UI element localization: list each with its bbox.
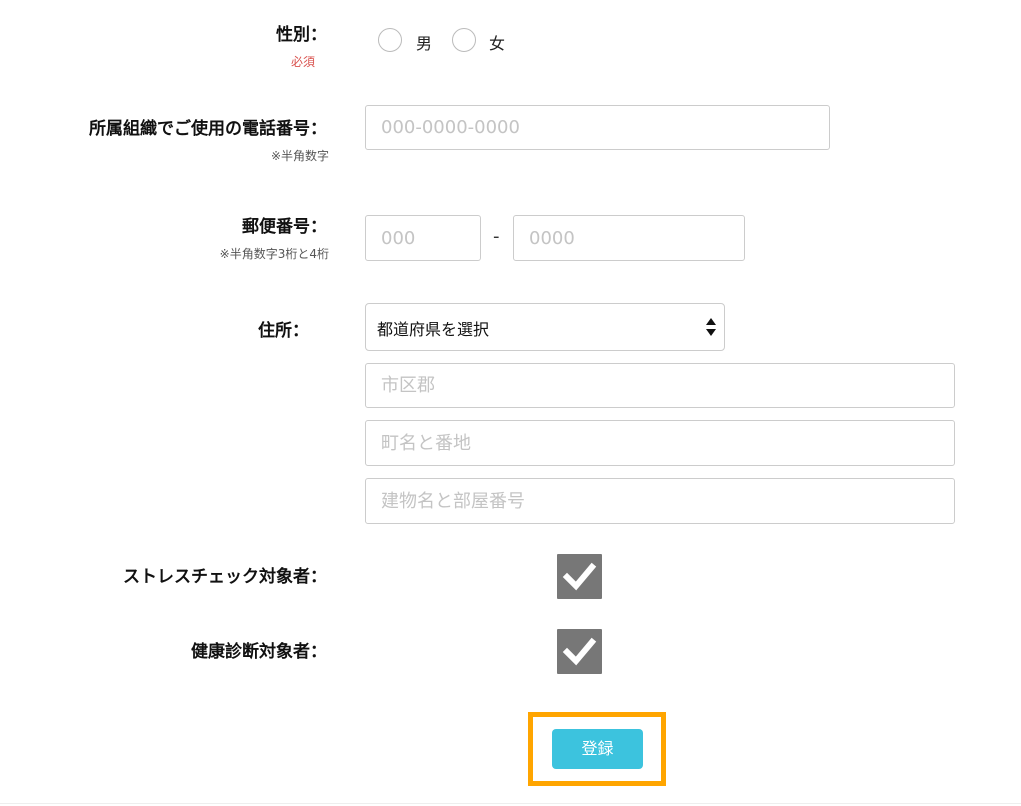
- phone-label: 所属組織でご使用の電話番号：: [89, 119, 327, 139]
- postal-code-first-input[interactable]: [365, 215, 481, 261]
- postal-label: 郵便番号：: [242, 217, 327, 237]
- footer-divider: [0, 803, 1021, 804]
- postal-note: ※半角数字3桁と4桁: [219, 247, 329, 261]
- stress-check-label: ストレスチェック対象者：: [123, 567, 327, 587]
- stress-check-checkbox[interactable]: [557, 554, 602, 599]
- health-check-label: 健康診断対象者：: [191, 642, 327, 662]
- postal-code-second-input[interactable]: [513, 215, 745, 261]
- radio-male[interactable]: [378, 28, 402, 52]
- radio-female-label[interactable]: 女: [489, 30, 505, 54]
- gender-label: 性別：: [276, 25, 327, 45]
- required-badge: 必須: [290, 55, 315, 69]
- phone-note: ※半角数字: [270, 149, 329, 163]
- prefecture-select-value: 都道府県を選択: [377, 320, 490, 339]
- register-button[interactable]: 登録: [552, 729, 643, 769]
- select-arrows-icon: [706, 318, 716, 336]
- phone-input[interactable]: [365, 105, 830, 150]
- address-label: 住所：: [258, 321, 309, 341]
- postal-separator: -: [493, 226, 500, 247]
- building-input[interactable]: [365, 478, 955, 524]
- health-check-checkbox[interactable]: [557, 629, 602, 674]
- checkmark-icon: [562, 562, 597, 591]
- town-input[interactable]: [365, 420, 955, 466]
- radio-female[interactable]: [452, 28, 476, 52]
- prefecture-select[interactable]: 都道府県を選択: [365, 303, 725, 351]
- radio-male-label[interactable]: 男: [416, 30, 432, 54]
- city-input[interactable]: [365, 363, 955, 408]
- checkmark-icon: [562, 637, 597, 666]
